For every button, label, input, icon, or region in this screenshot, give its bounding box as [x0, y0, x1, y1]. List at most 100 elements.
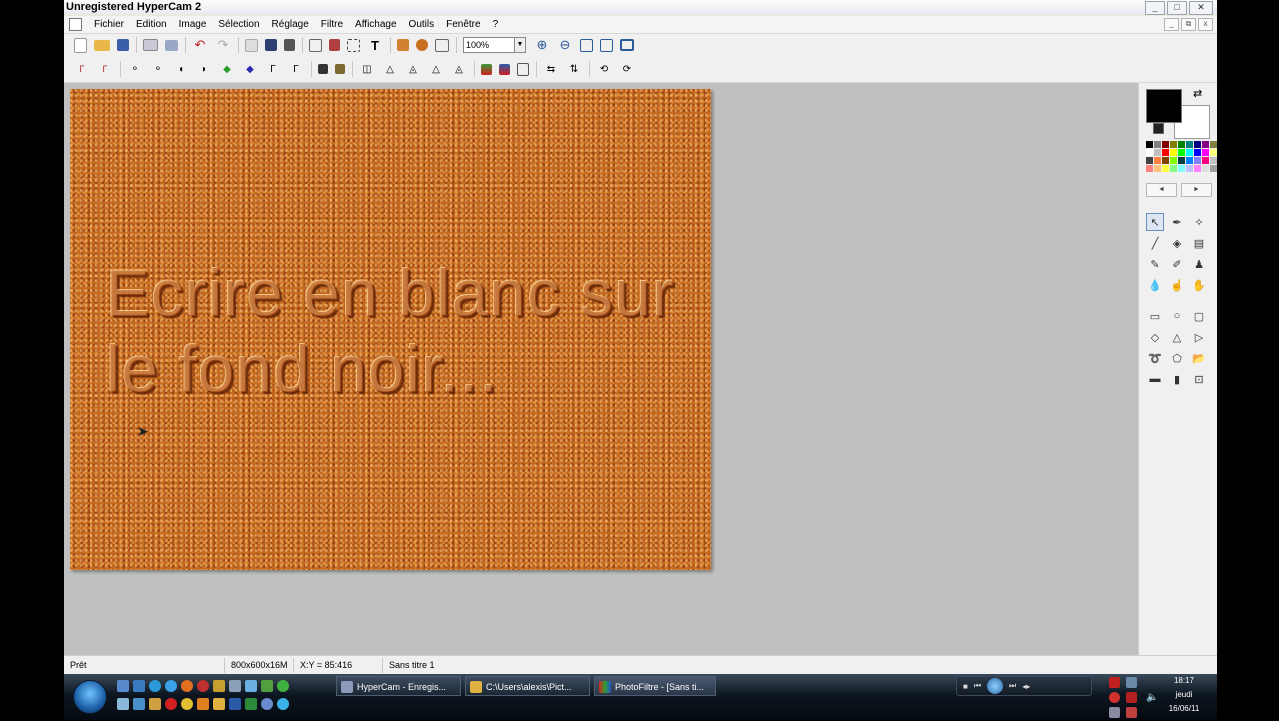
zoom-input[interactable]: 100% — [463, 37, 515, 53]
menu-reglage[interactable]: Réglage — [266, 19, 315, 30]
palette-swatch[interactable] — [1202, 157, 1209, 164]
layer-icon[interactable] — [397, 39, 409, 51]
lasso-shape-icon[interactable]: ➰ — [1146, 349, 1164, 367]
saturation-down-icon[interactable]: ◆ — [219, 61, 235, 77]
palette-swatch[interactable] — [1194, 165, 1201, 172]
frame-icon[interactable] — [517, 62, 529, 76]
palette-swatch[interactable] — [1154, 157, 1161, 164]
zoom-dropdown-arrow[interactable]: ▼ — [515, 37, 526, 53]
palette-swatch[interactable] — [1162, 149, 1169, 156]
save-icon[interactable] — [117, 39, 129, 51]
paste-new-icon[interactable] — [329, 39, 340, 51]
network-icon[interactable] — [133, 698, 145, 710]
pointer-tool-icon[interactable]: ↖ — [1146, 213, 1164, 231]
close-button[interactable]: ✕ — [1189, 1, 1213, 15]
palette-next-button[interactable]: ► — [1181, 183, 1212, 197]
triangle-shape-icon[interactable]: △ — [1168, 328, 1186, 346]
auto-contrast-icon[interactable]: Γ — [97, 61, 113, 77]
color-icon[interactable] — [481, 63, 492, 75]
switch-windows-icon[interactable] — [133, 680, 145, 692]
palette-swatch[interactable] — [1210, 149, 1217, 156]
copy-icon[interactable] — [265, 39, 277, 51]
soften-icon[interactable]: △ — [428, 61, 444, 77]
reset-colors-icon[interactable] — [1153, 123, 1164, 134]
new-icon[interactable] — [74, 37, 87, 53]
itunes-icon[interactable] — [261, 698, 273, 710]
auto-levels-icon[interactable]: Γ — [74, 61, 90, 77]
contrast-up-icon[interactable]: ◗ — [196, 61, 212, 77]
paste-icon[interactable] — [284, 39, 295, 51]
app-tray-icon[interactable] — [1126, 707, 1137, 718]
palette-swatch[interactable] — [1186, 165, 1193, 172]
scan-icon[interactable] — [165, 39, 178, 51]
saturation-up-icon[interactable]: ◆ — [242, 61, 258, 77]
flip-horizontal-icon[interactable]: ⇆ — [543, 61, 559, 77]
palette-swatch[interactable] — [1194, 141, 1201, 148]
spray-tool-icon[interactable]: ▤ — [1190, 234, 1208, 252]
palette-swatch[interactable] — [1146, 157, 1153, 164]
photo-icon[interactable] — [261, 680, 273, 692]
recycle-bin-icon[interactable] — [117, 698, 129, 710]
palette-swatch[interactable] — [1146, 141, 1153, 148]
palette-swatch[interactable] — [1202, 149, 1209, 156]
menu-filtre[interactable]: Filtre — [315, 19, 349, 30]
menu-outils[interactable]: Outils — [403, 19, 441, 30]
palette-swatch[interactable] — [1146, 149, 1153, 156]
brightness-down-icon[interactable]: ⚬ — [127, 61, 143, 77]
menu-image[interactable]: Image — [173, 19, 213, 30]
skype-icon[interactable] — [277, 698, 289, 710]
taskbar-item-explorer[interactable]: C:\Users\alexis\Pict... — [465, 676, 590, 696]
menu-affichage[interactable]: Affichage — [349, 19, 403, 30]
word-icon[interactable] — [229, 698, 241, 710]
palette-swatch[interactable] — [1178, 157, 1185, 164]
grayscale-icon[interactable] — [318, 64, 328, 74]
update-tray-icon[interactable] — [1126, 692, 1137, 703]
plugin-icon[interactable] — [416, 39, 428, 51]
volume-app-icon[interactable] — [229, 680, 241, 692]
messenger-icon[interactable] — [277, 680, 289, 692]
taskbar-item-photofiltre[interactable]: PhotoFiltre - [Sans ti... — [594, 676, 716, 696]
security-tray-icon[interactable] — [1109, 692, 1120, 703]
palette-swatch[interactable] — [1154, 149, 1161, 156]
diamond-shape-icon[interactable]: ◇ — [1146, 328, 1164, 346]
image-icon[interactable] — [499, 63, 510, 75]
internet-explorer-icon[interactable] — [165, 680, 177, 692]
rotate-left-icon[interactable]: ⟲ — [596, 61, 612, 77]
fit-window-icon[interactable] — [580, 38, 593, 52]
play-pause-button[interactable] — [987, 678, 1004, 694]
smooth-icon[interactable]: ◬ — [451, 61, 467, 77]
palette-swatch[interactable] — [1210, 157, 1217, 164]
flip-vertical-icon[interactable]: ⇅ — [566, 61, 582, 77]
advanced-brush-tool-icon[interactable]: ✐ — [1168, 255, 1186, 273]
document-icon[interactable] — [69, 18, 82, 31]
palette-swatch[interactable] — [1170, 157, 1177, 164]
color-picker-tool-icon[interactable]: ✒ — [1168, 213, 1186, 231]
previous-icon[interactable]: ⏮ — [974, 681, 981, 691]
palette-swatch[interactable] — [1202, 165, 1209, 172]
full-screen-icon[interactable] — [620, 39, 634, 51]
sharpen-icon[interactable]: △ — [382, 61, 398, 77]
blur-icon[interactable]: ◫ — [359, 61, 375, 77]
palette-swatch[interactable] — [1170, 141, 1177, 148]
drop-icon[interactable]: ◬ — [405, 61, 421, 77]
print-icon[interactable] — [143, 39, 158, 51]
smudge-tool-icon[interactable]: ☝ — [1168, 276, 1186, 294]
palette-swatch[interactable] — [1194, 157, 1201, 164]
palette-swatch[interactable] — [1186, 141, 1193, 148]
paint-icon[interactable] — [149, 698, 161, 710]
doc-minimize-button[interactable]: _ — [1164, 18, 1179, 31]
right-triangle-shape-icon[interactable]: ▷ — [1190, 328, 1208, 346]
network-tray-icon[interactable] — [1126, 677, 1137, 688]
palette-swatch[interactable] — [1178, 149, 1185, 156]
rounded-rectangle-shape-icon[interactable]: ▢ — [1190, 307, 1208, 325]
brush-tool-icon[interactable]: ✎ — [1146, 255, 1164, 273]
minimize-button[interactable]: _ — [1145, 1, 1165, 15]
title-bar[interactable]: Unregistered HyperCam 2 _ □ ✕ — [64, 0, 1217, 15]
palette-swatch[interactable] — [1178, 141, 1185, 148]
selection-icon[interactable] — [347, 38, 360, 52]
menu-fenetre[interactable]: Fenêtre — [440, 19, 486, 30]
palette-swatch[interactable] — [1162, 141, 1169, 148]
notepad-icon[interactable] — [245, 680, 257, 692]
open-folder-icon[interactable] — [94, 39, 110, 51]
zoom-in-icon[interactable]: ⊕ — [534, 37, 550, 53]
